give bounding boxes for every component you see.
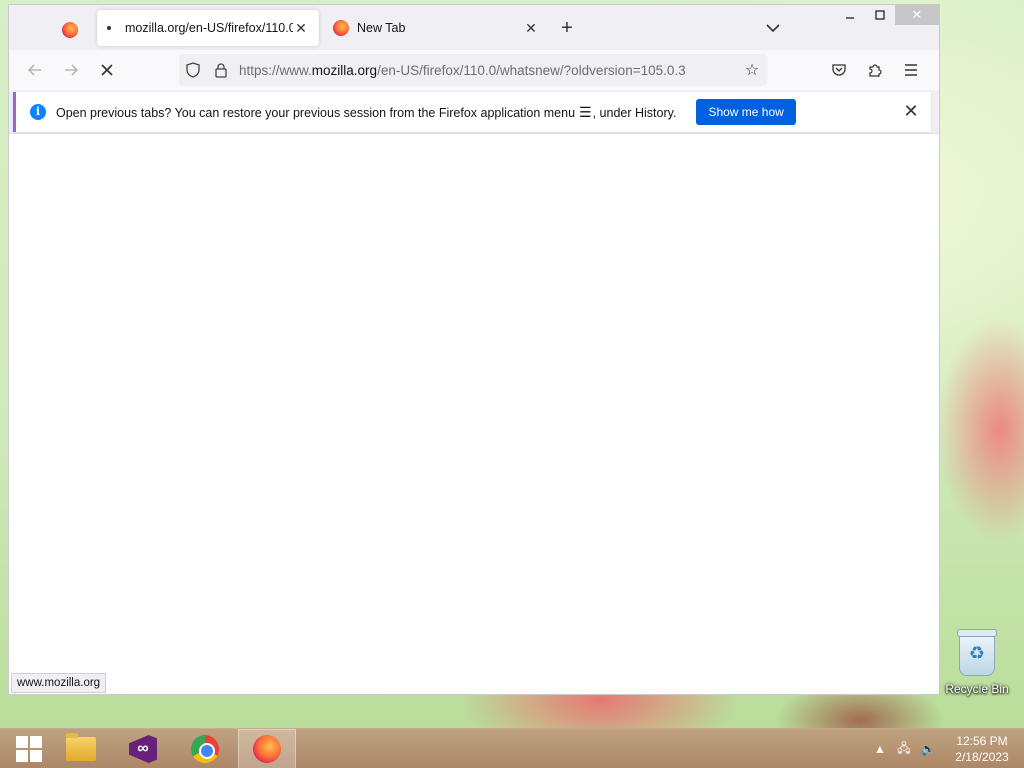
- notification-close-icon[interactable]: ✕: [901, 102, 921, 122]
- firefox-icon: [253, 735, 281, 763]
- taskbar-chrome[interactable]: [176, 729, 234, 768]
- tab-close-icon[interactable]: ✕: [523, 20, 539, 37]
- application-menu-button[interactable]: [899, 58, 923, 82]
- extensions-button[interactable]: [863, 58, 887, 82]
- recycle-bin-label: Recycle Bin: [945, 682, 1009, 696]
- recycle-bin-icon: [957, 629, 997, 676]
- puzzle-piece-icon: [869, 64, 882, 77]
- visual-studio-icon: ∞: [129, 735, 157, 763]
- taskbar-firefox[interactable]: [238, 729, 296, 768]
- pocket-button[interactable]: [827, 58, 851, 82]
- tab-title: New Tab: [357, 21, 406, 35]
- firefox-icon: [333, 20, 349, 36]
- window-controls: ✕: [835, 5, 939, 27]
- windows-logo-icon: [16, 736, 42, 762]
- url-text[interactable]: https://www.mozilla.org/en-US/firefox/11…: [235, 63, 737, 78]
- system-tray: ▲ 🖧 🔈: [872, 729, 936, 768]
- list-all-tabs-button[interactable]: [761, 17, 785, 41]
- taskbar-visual-studio[interactable]: ∞: [114, 729, 172, 768]
- tab-title: mozilla.org/en-US/firefox/110.0/whatsnew…: [125, 21, 293, 35]
- show-hidden-icons-chevron-icon[interactable]: ▲: [872, 742, 888, 756]
- forward-button[interactable]: [59, 58, 83, 82]
- address-bar[interactable]: https://www.mozilla.org/en-US/firefox/11…: [179, 54, 767, 86]
- window-close-button[interactable]: ✕: [895, 5, 939, 25]
- volume-icon[interactable]: 🔈: [920, 742, 936, 756]
- firefox-icon: [62, 22, 78, 38]
- taskbar-file-explorer[interactable]: [52, 729, 110, 768]
- start-button[interactable]: [0, 729, 58, 768]
- stop-loading-button[interactable]: [95, 58, 119, 82]
- tab-strip: mozilla.org/en-US/firefox/110.0/whatsnew…: [9, 5, 939, 50]
- chevron-down-icon: [766, 24, 780, 33]
- back-button[interactable]: [23, 58, 47, 82]
- navigation-toolbar: https://www.mozilla.org/en-US/firefox/11…: [9, 50, 939, 90]
- hamburger-menu-icon: ☰: [579, 103, 592, 120]
- pocket-icon: [832, 64, 846, 76]
- arrow-left-icon: [27, 64, 41, 76]
- chrome-icon: [191, 735, 219, 763]
- minimize-button[interactable]: [835, 5, 865, 25]
- arrow-right-icon: [65, 64, 79, 76]
- info-icon: i: [30, 104, 46, 120]
- notification-message: Open previous tabs? You can restore your…: [56, 103, 677, 120]
- tracking-protection-shield-icon[interactable]: [179, 62, 207, 78]
- padlock-icon[interactable]: [207, 62, 235, 78]
- browser-window: mozilla.org/en-US/firefox/110.0/whatsnew…: [8, 4, 940, 695]
- new-tab-button[interactable]: +: [555, 17, 579, 41]
- clock-time: 12:56 PM: [956, 734, 1008, 748]
- show-me-how-button[interactable]: Show me how: [696, 99, 796, 125]
- tab-new-tab[interactable]: New Tab ✕: [323, 10, 549, 46]
- maximize-button[interactable]: [865, 5, 895, 25]
- taskbar: ∞ ▲ 🖧 🔈 12:56 PM 2/18/2023: [0, 728, 1024, 768]
- page-content: [9, 133, 939, 694]
- recycle-bin[interactable]: Recycle Bin: [942, 629, 1012, 696]
- bookmark-star-icon[interactable]: ☆: [737, 60, 767, 80]
- stop-x-icon: [101, 64, 113, 76]
- restore-session-notification: i Open previous tabs? You can restore yo…: [13, 92, 931, 132]
- loading-dot-icon: [107, 26, 111, 30]
- folder-icon: [66, 733, 96, 761]
- pinned-tab[interactable]: [57, 17, 83, 43]
- system-clock[interactable]: 12:56 PM 2/18/2023: [944, 733, 1020, 765]
- hamburger-menu-icon: [905, 64, 917, 76]
- tab-active[interactable]: mozilla.org/en-US/firefox/110.0/whatsnew…: [97, 10, 319, 46]
- clock-date: 2/18/2023: [955, 750, 1009, 764]
- status-panel: www.mozilla.org: [11, 673, 107, 693]
- network-icon[interactable]: 🖧: [896, 739, 912, 760]
- tab-close-icon[interactable]: ✕: [293, 20, 309, 37]
